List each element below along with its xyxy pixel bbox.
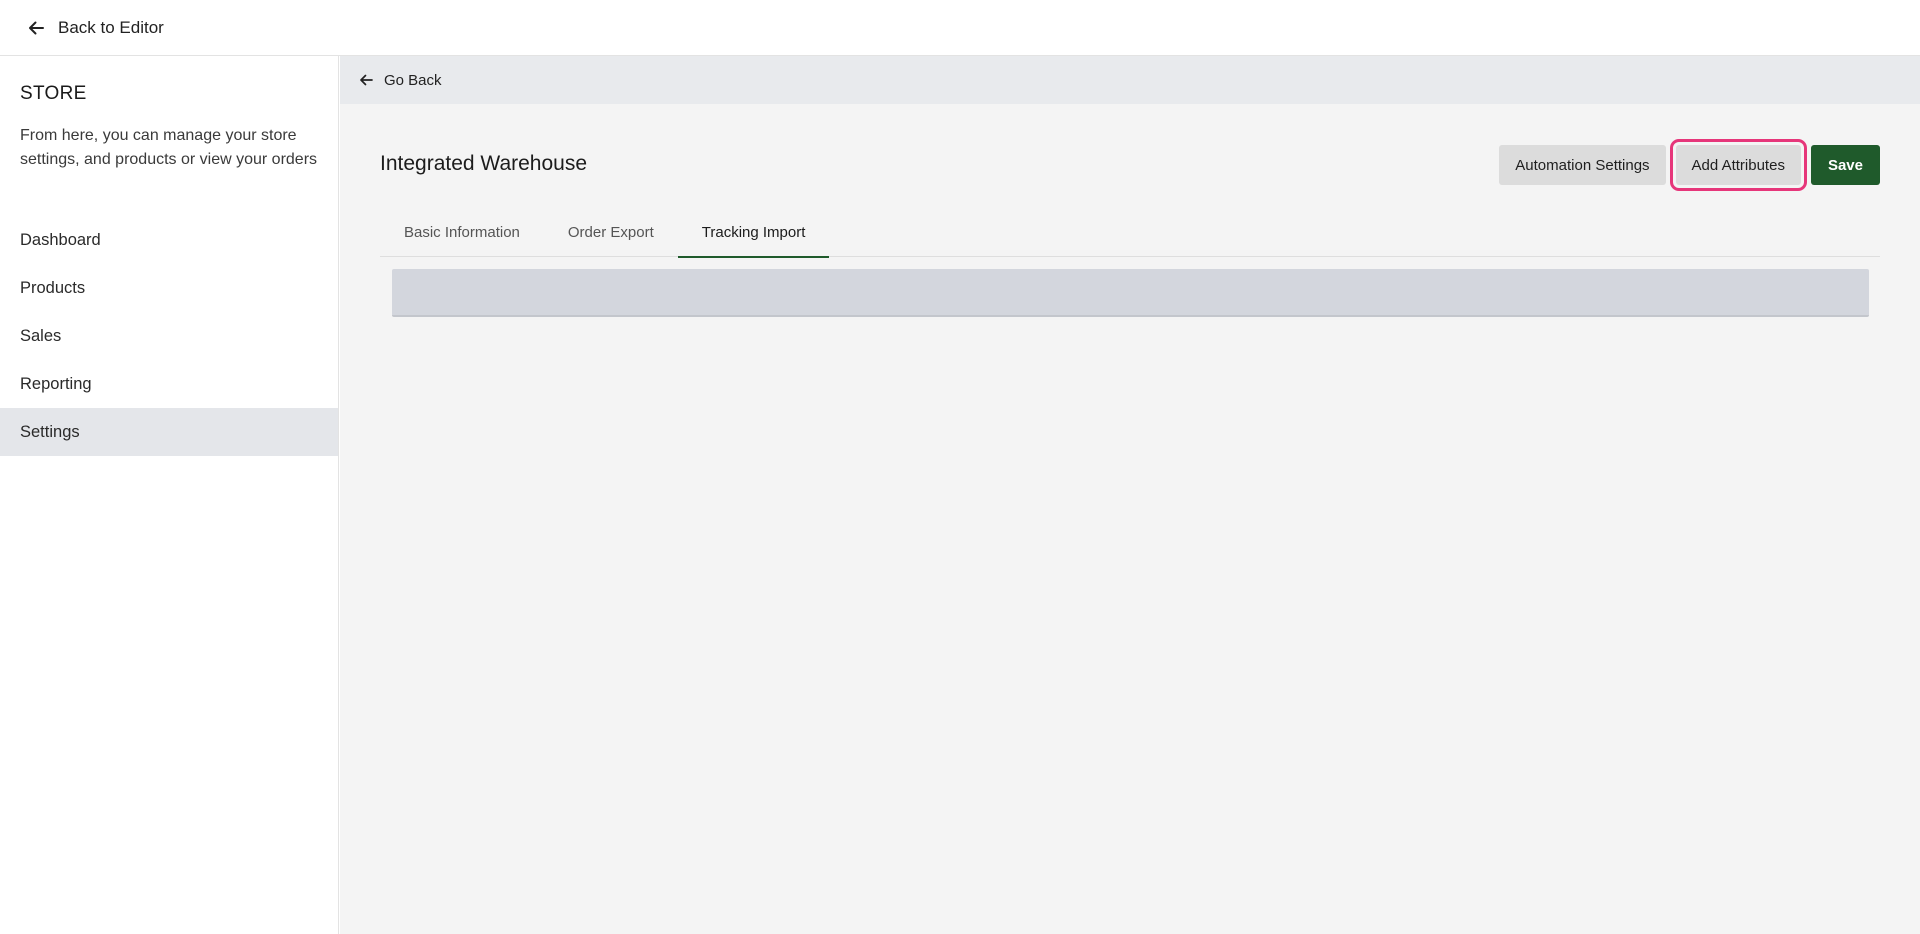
sidebar-item-reporting[interactable]: Reporting — [0, 360, 338, 408]
main-content: Go Back Integrated Warehouse Automation … — [340, 56, 1920, 934]
tracking-import-panel — [392, 269, 1869, 317]
automation-settings-button[interactable]: Automation Settings — [1499, 145, 1666, 185]
sidebar-item-settings[interactable]: Settings — [0, 408, 338, 456]
top-bar: Back to Editor — [0, 0, 1920, 56]
add-attributes-button[interactable]: Add Attributes — [1669, 139, 1807, 191]
sidebar-description: From here, you can manage your store set… — [20, 127, 318, 168]
sidebar-title: STORE — [20, 83, 87, 104]
sidebar-item-dashboard[interactable]: Dashboard — [0, 216, 338, 264]
arrow-left-icon — [26, 18, 46, 38]
sidebar-item-sales[interactable]: Sales — [0, 312, 338, 360]
tab-bar: Basic Information Order Export Tracking … — [380, 208, 1880, 258]
sidebar-item-products[interactable]: Products — [0, 264, 338, 312]
go-back-bar: Go Back — [340, 56, 1920, 104]
go-back-link[interactable]: Go Back — [358, 72, 442, 89]
sidebar: STORE From here, you can manage your sto… — [0, 56, 339, 934]
tab-basic-information[interactable]: Basic Information — [380, 208, 544, 257]
arrow-left-icon — [358, 72, 374, 88]
header-actions: Automation Settings Add Attributes Save — [1499, 139, 1880, 191]
page-title: Integrated Warehouse — [380, 152, 588, 175]
tab-tracking-import[interactable]: Tracking Import — [677, 208, 830, 258]
back-to-editor-label: Back to Editor — [58, 17, 164, 37]
sidebar-nav: Dashboard Products Sales Reporting Setti… — [0, 216, 338, 456]
go-back-label: Go Back — [384, 71, 442, 89]
tab-order-export[interactable]: Order Export — [544, 208, 678, 257]
back-to-editor-link[interactable]: Back to Editor — [26, 18, 164, 38]
save-button[interactable]: Save — [1810, 145, 1880, 185]
